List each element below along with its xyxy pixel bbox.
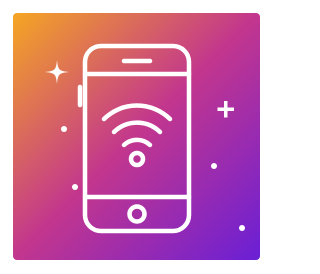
sparkle-dot-icon [211,163,217,169]
sparkle-dot-icon [61,126,67,132]
smartphone-wifi-icon [13,13,260,260]
sparkle-dot-icon [239,225,245,231]
app-icon[interactable] [13,13,260,260]
sparkle-dot-icon [72,184,78,190]
